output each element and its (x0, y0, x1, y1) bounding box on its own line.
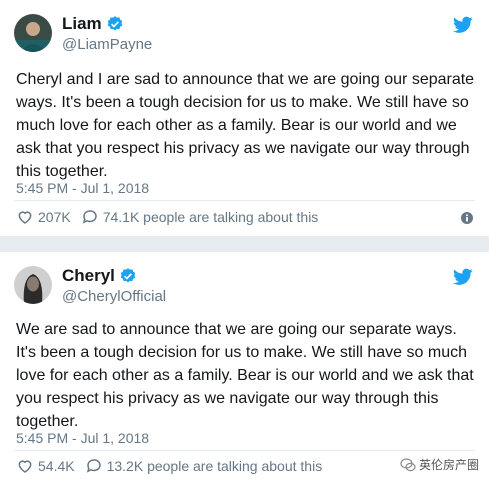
tweet-actions: 207K 74.1K people are talking about this (16, 208, 318, 226)
verified-badge-icon (120, 268, 136, 283)
twitter-bird-icon[interactable] (453, 268, 473, 286)
watermark-text: 英伦房产圈 (418, 458, 479, 472)
author-handle[interactable]: @CherylOfficial (62, 288, 166, 305)
verified-badge-icon (107, 16, 122, 31)
tweet-text: Cheryl and I are sad to announce that we… (16, 71, 475, 180)
wechat-logo-icon (400, 457, 416, 471)
author-name[interactable]: Cheryl (62, 266, 115, 286)
tweet-card-liam: Liam @LiamPayne Cheryl and I are sad to … (0, 0, 489, 236)
speech-bubble-icon[interactable] (85, 457, 103, 475)
avatar[interactable] (14, 266, 52, 304)
author-row: Liam (62, 14, 124, 34)
like-count[interactable]: 54.4K (38, 458, 75, 474)
twitter-bird-icon[interactable] (453, 16, 473, 34)
info-icon[interactable] (461, 212, 473, 224)
author-handle[interactable]: @LiamPayne (62, 36, 152, 53)
divider (14, 450, 475, 451)
tweet-timestamp[interactable]: 5:45 PM - Jul 1, 2018 (16, 180, 149, 196)
watermark: 英伦房产圈 (400, 456, 479, 473)
talking-count[interactable]: 74.1K people are talking about this (103, 209, 319, 225)
talking-count[interactable]: 13.2K people are talking about this (107, 458, 323, 474)
author-row: Cheryl (62, 266, 137, 286)
avatar[interactable] (14, 14, 52, 52)
divider (14, 200, 475, 201)
heart-icon[interactable] (16, 457, 34, 475)
heart-icon[interactable] (16, 208, 34, 226)
tweet-text: We are sad to announce that we are going… (16, 321, 474, 430)
author-name[interactable]: Liam (62, 14, 102, 34)
tweet-timestamp[interactable]: 5:45 PM - Jul 1, 2018 (16, 430, 149, 446)
like-count[interactable]: 207K (38, 209, 71, 225)
tweet-card-cheryl: Cheryl @CherylOfficial We are sad to ann… (0, 252, 489, 485)
tweet-actions: 54.4K 13.2K people are talking about thi… (16, 457, 322, 475)
speech-bubble-icon[interactable] (81, 208, 99, 226)
